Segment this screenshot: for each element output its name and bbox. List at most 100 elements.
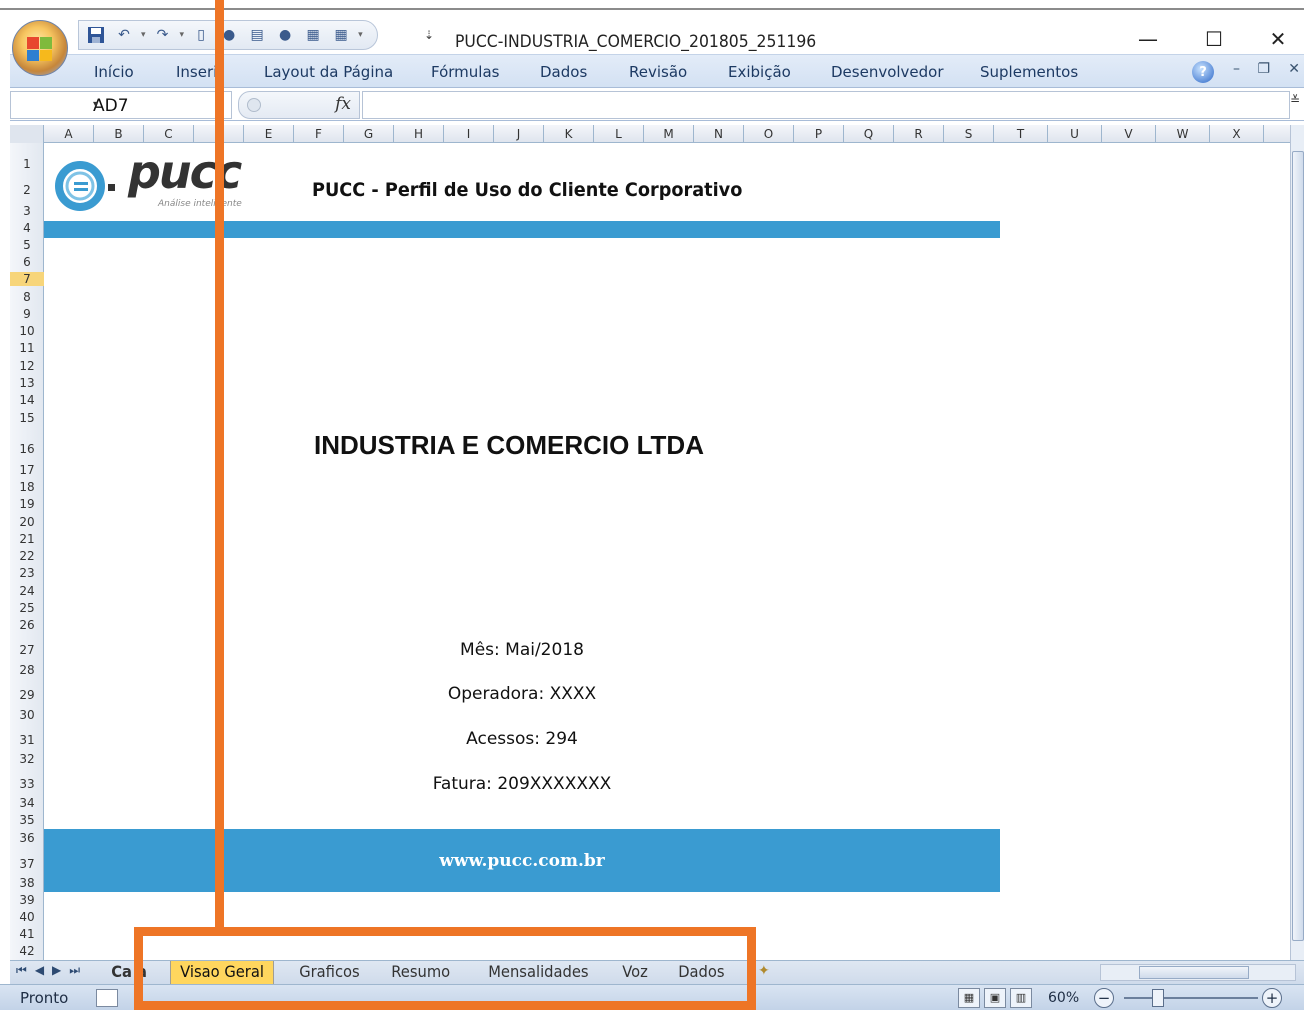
row-header-cell[interactable]: 42 — [10, 944, 44, 958]
row-header-cell[interactable]: 28 — [10, 663, 44, 677]
select-all-button[interactable] — [10, 125, 44, 143]
tab-dados[interactable]: Dados — [540, 63, 587, 81]
office-button[interactable] — [12, 20, 68, 76]
first-sheet-icon[interactable]: ⏮ — [16, 963, 27, 978]
row-header-cell[interactable]: 24 — [10, 584, 44, 598]
row-header-cell[interactable]: 34 — [10, 796, 44, 810]
horizontal-scroll-thumb[interactable] — [1139, 966, 1249, 979]
column-header-cell[interactable]: F — [294, 125, 344, 143]
tab-suplementos[interactable]: Suplementos — [980, 63, 1078, 81]
column-header-cell[interactable]: V — [1102, 125, 1156, 143]
formula-input[interactable] — [362, 91, 1290, 119]
ribbon-restore-icon[interactable]: ❐ — [1257, 61, 1270, 77]
column-header-cell[interactable]: W — [1156, 125, 1210, 143]
maximize-button[interactable]: ☐ — [1192, 24, 1236, 54]
normal-view-icon[interactable]: ▦ — [958, 988, 980, 1008]
vertical-scrollbar[interactable] — [1290, 125, 1304, 960]
grid-dropdown-icon[interactable]: ▾ — [358, 30, 363, 40]
row-header-cell[interactable]: 11 — [10, 341, 44, 355]
next-sheet-icon[interactable]: ▶ — [52, 963, 61, 978]
page-break-view-icon[interactable]: ▥ — [1010, 988, 1032, 1008]
cancel-entry-icon[interactable] — [247, 98, 261, 112]
tab-layout-da-pagina[interactable]: Layout da Página — [264, 63, 393, 81]
redo-dropdown-icon[interactable]: ▾ — [180, 30, 185, 40]
insert-sheet-icon[interactable]: ✦ — [758, 963, 770, 979]
zoom-slider-thumb[interactable] — [1152, 989, 1164, 1007]
column-header-cell[interactable]: E — [244, 125, 294, 143]
column-header-cell[interactable]: S — [944, 125, 994, 143]
row-header-cell[interactable]: 10 — [10, 324, 44, 338]
tab-formulas[interactable]: Fórmulas — [431, 63, 499, 81]
row-header-cell[interactable]: 32 — [10, 752, 44, 766]
column-header-cell[interactable]: T — [994, 125, 1048, 143]
zoom-level[interactable]: 60% — [1048, 990, 1079, 1006]
zoom-out-button[interactable]: − — [1094, 988, 1114, 1008]
row-header-cell[interactable]: 12 — [10, 359, 44, 373]
grid-icon[interactable]: ▦ — [330, 24, 352, 46]
row-header-cell[interactable]: 14 — [10, 393, 44, 407]
ribbon-close-icon[interactable]: ✕ — [1288, 61, 1300, 77]
column-header-cell[interactable]: O — [744, 125, 794, 143]
row-header-cell[interactable]: 17 — [10, 463, 44, 477]
row-header-cell[interactable]: 18 — [10, 480, 44, 494]
row-header-cell[interactable]: 1 — [10, 157, 44, 171]
row-header-cell[interactable]: 36 — [10, 831, 44, 845]
redo-icon[interactable]: ↷ — [152, 24, 174, 46]
tab-exibicao[interactable]: Exibição — [728, 63, 791, 81]
vertical-scroll-thumb[interactable] — [1292, 151, 1304, 941]
column-header-cell[interactable]: C — [144, 125, 194, 143]
column-header-cell[interactable]: B — [94, 125, 144, 143]
disabled-icon[interactable]: ● — [274, 24, 296, 46]
column-header-cell[interactable]: N — [694, 125, 744, 143]
row-header-cell[interactable]: 2 — [10, 183, 44, 197]
column-header-cell[interactable]: L — [594, 125, 644, 143]
tab-revisao[interactable]: Revisão — [629, 63, 687, 81]
row-header-cell-selected[interactable]: 7 — [10, 272, 44, 286]
row-header-cell[interactable]: 5 — [10, 238, 44, 252]
table-icon[interactable]: ▦ — [302, 24, 324, 46]
row-header-cell[interactable]: 20 — [10, 515, 44, 529]
insert-function-icon[interactable]: fx — [335, 94, 351, 114]
column-header-cell[interactable]: A — [44, 125, 94, 143]
chevron-down-icon[interactable]: ▾ — [93, 99, 227, 110]
row-header-cell[interactable]: 3 — [10, 204, 44, 218]
name-box[interactable]: AD7 ▾ — [10, 91, 232, 119]
row-header-cell[interactable]: 8 — [10, 290, 44, 304]
column-header-cell[interactable]: U — [1048, 125, 1102, 143]
save-icon[interactable] — [85, 24, 107, 46]
row-header-cell[interactable]: 26 — [10, 618, 44, 632]
row-header-cell[interactable]: 31 — [10, 733, 44, 747]
column-header-cell[interactable]: X — [1210, 125, 1264, 143]
column-header-cell[interactable]: I — [444, 125, 494, 143]
row-header-cell[interactable]: 35 — [10, 813, 44, 827]
tab-desenvolvedor[interactable]: Desenvolvedor — [831, 63, 944, 81]
column-header-cell[interactable]: P — [794, 125, 844, 143]
website-link[interactable]: www.pucc.com.br — [439, 851, 604, 871]
row-header-cell[interactable]: 39 — [10, 893, 44, 907]
row-header-cell[interactable]: 15 — [10, 411, 44, 425]
horizontal-scrollbar[interactable] — [1100, 964, 1296, 981]
zoom-slider[interactable] — [1124, 997, 1258, 999]
row-header-cell[interactable]: 41 — [10, 927, 44, 941]
last-sheet-icon[interactable]: ⏭ — [69, 963, 80, 978]
column-header-cell[interactable]: G — [344, 125, 394, 143]
row-header-cell[interactable]: 29 — [10, 688, 44, 702]
help-icon[interactable]: ? — [1192, 61, 1214, 83]
paste-icon[interactable]: ▤ — [246, 24, 268, 46]
column-header-cell[interactable]: K — [544, 125, 594, 143]
row-header-cell[interactable]: 13 — [10, 376, 44, 390]
column-header-cell[interactable]: M — [644, 125, 694, 143]
worksheet[interactable]: pucc Análise inteligente PUCC - Perfil d… — [44, 143, 1290, 960]
macro-record-icon[interactable] — [96, 989, 118, 1007]
row-header-cell[interactable]: 16 — [10, 442, 44, 456]
row-header-cell[interactable]: 25 — [10, 601, 44, 615]
column-header-cell[interactable]: Q — [844, 125, 894, 143]
row-header-cell[interactable]: 40 — [10, 910, 44, 924]
row-header-cell[interactable]: 27 — [10, 643, 44, 657]
undo-icon[interactable]: ↶ — [113, 24, 135, 46]
row-header-cell[interactable]: 22 — [10, 549, 44, 563]
minimize-button[interactable]: — — [1126, 24, 1170, 54]
undo-dropdown-icon[interactable]: ▾ — [141, 30, 146, 40]
row-header-cell[interactable]: 30 — [10, 708, 44, 722]
row-header-cell[interactable]: 21 — [10, 532, 44, 546]
